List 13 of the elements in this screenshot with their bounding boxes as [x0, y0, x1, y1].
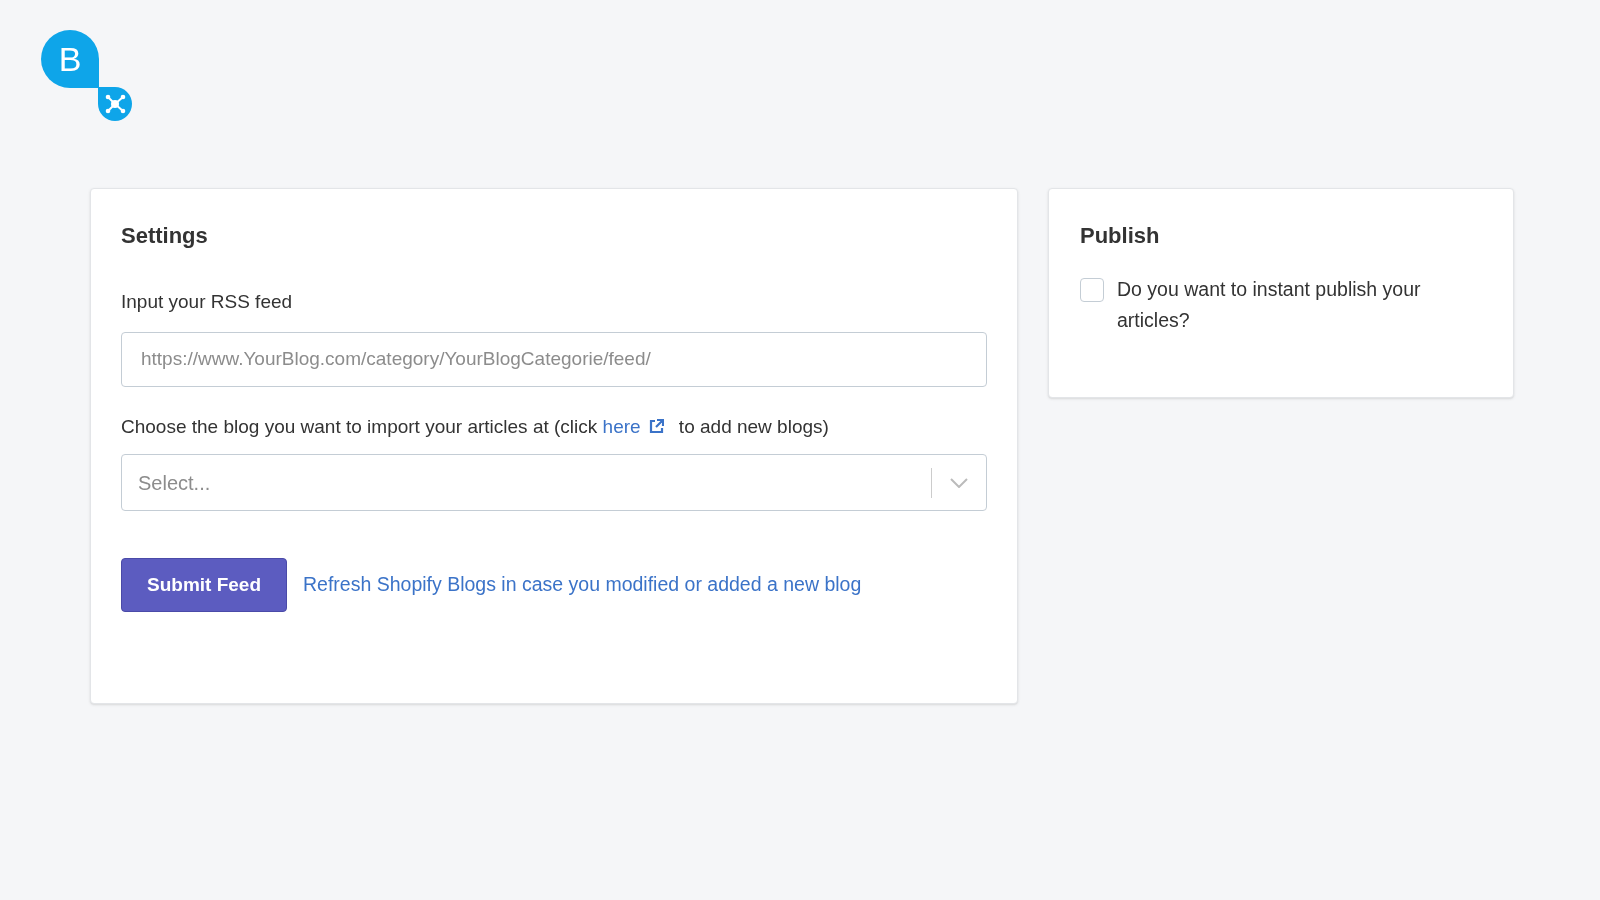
- field-label: Choose the blog you want to import your articles at (click here to add new blogs): [121, 412, 987, 441]
- blog-select[interactable]: Select...: [121, 454, 987, 511]
- refresh-blogs-link[interactable]: Refresh Shopify Blogs in case you modified or added a new blog: [303, 570, 862, 600]
- chevron-down-icon: [950, 477, 968, 488]
- submit-feed-button[interactable]: Submit Feed: [121, 558, 287, 612]
- external-link-icon: [648, 419, 664, 435]
- checkbox-label: Do you want to instant publish your articles?: [1117, 277, 1422, 333]
- rss-feed-field[interactable]: https://www.YourBlog.com/category/YourBlogCategorie/feed/: [121, 331, 987, 387]
- here-link[interactable]: here: [602, 412, 664, 441]
- field-label: Input your RSS feed: [121, 290, 294, 314]
- card-title: Settings: [121, 222, 209, 250]
- card-title: Publish: [1080, 222, 1161, 250]
- checkbox[interactable]: [1080, 278, 1104, 302]
